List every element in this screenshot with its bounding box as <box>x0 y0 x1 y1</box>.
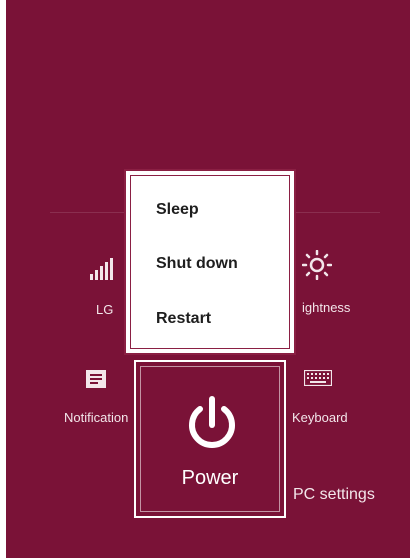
sun-icon <box>302 250 332 280</box>
brightness-tile[interactable]: ightness <box>286 250 366 320</box>
power-tile-inner: Power <box>140 366 280 512</box>
keyboard-label: Keyboard <box>292 410 348 425</box>
pc-settings-link[interactable]: PC settings <box>293 486 375 504</box>
power-label: Power <box>181 467 239 489</box>
notifications-label: Notification <box>64 410 129 425</box>
power-icon <box>189 396 235 448</box>
keyboard-icon <box>304 370 332 386</box>
signal-bars-icon <box>90 258 113 280</box>
menu-item-shut-down[interactable]: Shut down <box>156 255 238 273</box>
network-tile[interactable]: LG <box>86 252 126 322</box>
menu-item-restart[interactable]: Restart <box>156 310 211 328</box>
notification-icon <box>86 370 106 388</box>
power-button[interactable]: Power <box>134 360 286 518</box>
menu-item-sleep[interactable]: Sleep <box>156 201 199 219</box>
power-menu: Sleep Shut down Restart <box>124 169 296 355</box>
network-label: LG <box>96 302 114 317</box>
brightness-label: ightness <box>302 300 351 315</box>
keyboard-tile[interactable]: Keyboard <box>292 366 372 436</box>
